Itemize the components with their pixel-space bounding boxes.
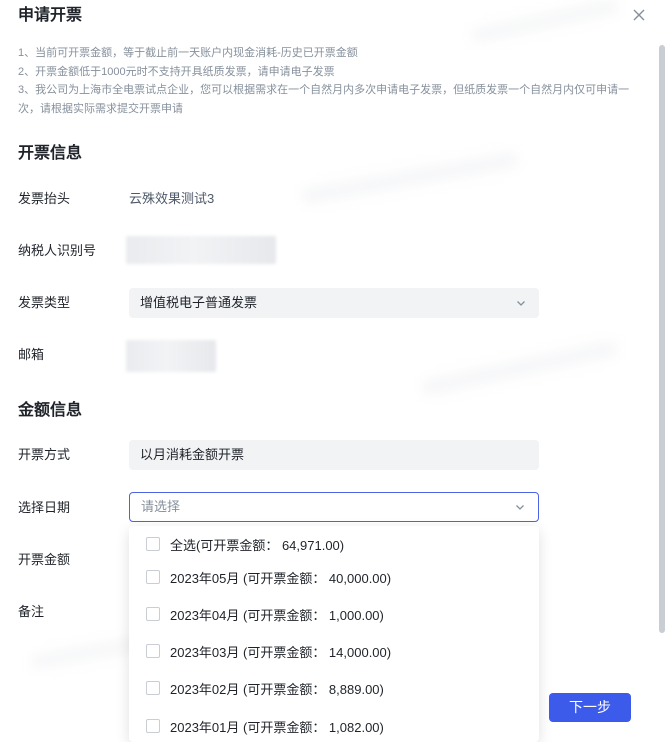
watermark-streak [470,0,620,44]
date-option-label: 2023年02月 (可开票金额： 8,889.00) [170,681,384,697]
invoice-amount-label: 开票金额 [18,552,71,567]
close-button[interactable] [630,6,648,24]
date-select[interactable]: 请选择 [129,492,539,522]
section-invoice-info: 开票信息 [18,145,83,162]
notice-line-3: 3、我公司为上海市全电票试点企业，您可以根据需求在一个自然月内多次申请电子发票，… [18,84,630,115]
billing-method-label: 开票方式 [18,447,71,462]
checkbox-icon[interactable] [146,644,160,658]
tax-id-label: 纳税人识别号 [18,243,97,258]
watermark-streak [420,339,620,397]
notice-text: 1、当前可开票金额，等于截止前一天账户内现金消耗-历史已开票金额 2、开票金额低… [18,44,638,118]
invoice-title-value: 云殊效果测试3 [129,191,215,206]
chevron-down-icon [516,505,524,510]
invoice-type-label: 发票类型 [18,295,71,310]
checkbox-icon[interactable] [146,607,160,621]
date-option-select-all[interactable]: 全选(可开票金额： 64,971.00) [129,526,539,562]
date-option-label: 2023年04月 (可开票金额： 1,000.00) [170,607,384,623]
date-option-label: 2023年01月 (可开票金额： 1,082.00) [170,719,384,735]
date-select-placeholder: 请选择 [141,499,181,514]
checkbox-icon[interactable] [146,537,160,551]
scrollbar-thumb[interactable] [659,45,665,633]
date-dropdown: 全选(可开票金额： 64,971.00) 2023年05月 (可开票金额： 40… [129,526,539,742]
watermark-streak [300,151,520,205]
date-option-2023-04[interactable]: 2023年04月 (可开票金额： 1,000.00) [129,596,539,632]
select-date-label: 选择日期 [18,500,71,515]
date-option-label: 2023年05月 (可开票金额： 40,000.00) [170,570,392,586]
date-option-2023-05[interactable]: 2023年05月 (可开票金额： 40,000.00) [129,559,539,595]
notice-line-2: 2、开票金额低于1000元时不支持开具纸质发票，请申请电子发票 [18,65,335,78]
invoice-type-select[interactable]: 增值税电子普通发票 [129,288,539,318]
checkbox-icon[interactable] [146,570,160,584]
next-step-button[interactable]: 下一步 [549,693,631,722]
remark-label: 备注 [18,604,45,619]
email-redacted [126,340,216,372]
checkbox-icon[interactable] [146,681,160,695]
billing-method-field: 以月消耗金额开票 [129,440,539,470]
invoice-request-dialog: 申请开票 1、当前可开票金额，等于截止前一天账户内现金消耗-历史已开票金额 2、… [0,0,670,742]
date-option-2023-02[interactable]: 2023年02月 (可开票金额： 8,889.00) [129,670,539,706]
notice-line-1: 1、当前可开票金额，等于截止前一天账户内现金消耗-历史已开票金额 [18,47,358,59]
invoice-title-label: 发票抬头 [18,191,71,206]
section-amount-info: 金额信息 [18,402,83,419]
close-icon [633,9,645,21]
chevron-down-icon [517,301,525,306]
dialog-title: 申请开票 [18,7,83,24]
date-option-2023-03[interactable]: 2023年03月 (可开票金额： 14,000.00) [129,633,539,669]
date-option-label: 全选(可开票金额： 64,971.00) [170,537,345,553]
checkbox-icon[interactable] [146,719,160,733]
email-label: 邮箱 [18,347,45,362]
billing-method-value: 以月消耗金额开票 [140,447,245,462]
tax-id-redacted [126,236,276,264]
date-option-2023-01[interactable]: 2023年01月 (可开票金额： 1,082.00) [129,708,539,742]
date-option-label: 2023年03月 (可开票金额： 14,000.00) [170,644,392,660]
invoice-type-value: 增值税电子普通发票 [140,295,258,310]
